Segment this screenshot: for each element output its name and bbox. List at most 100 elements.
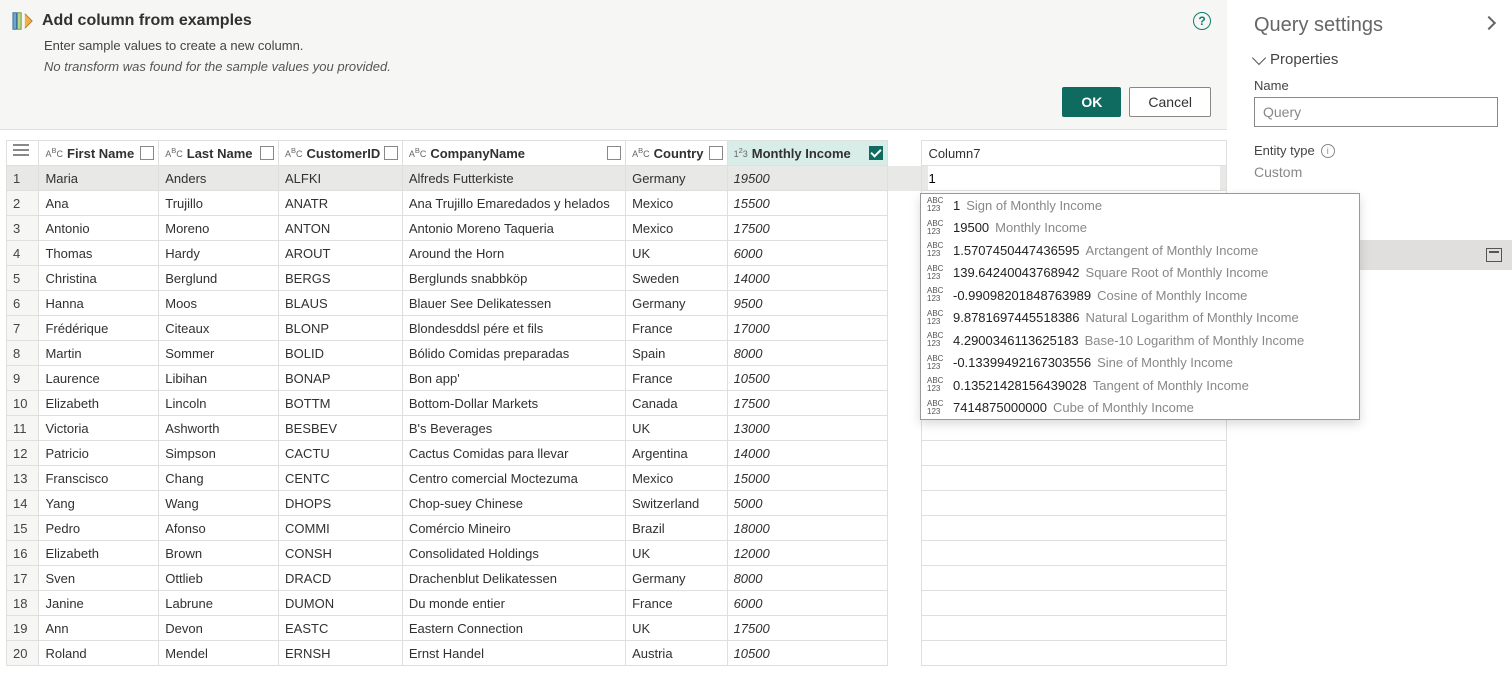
suggestion-dropdown[interactable]: ABC1231 Sign of Monthly IncomeABC1231950…: [920, 193, 1360, 420]
suggestion-description: Monthly Income: [995, 220, 1087, 235]
table-row[interactable]: 17SvenOttliebDRACDDrachenblut Delikatess…: [7, 566, 1227, 591]
select-all-corner[interactable]: [7, 141, 39, 166]
example-cell[interactable]: [922, 616, 1227, 641]
cell: 8000: [727, 566, 887, 591]
row-number[interactable]: 13: [7, 466, 39, 491]
chevron-down-icon: [1252, 50, 1266, 64]
example-column-header[interactable]: Column7: [922, 141, 1227, 166]
ok-button[interactable]: OK: [1062, 87, 1121, 117]
column-label: Last Name: [187, 146, 253, 161]
row-number[interactable]: 2: [7, 191, 39, 216]
cell: 14000: [727, 441, 887, 466]
table-row[interactable]: 16ElizabethBrownCONSHConsolidated Holdin…: [7, 541, 1227, 566]
suggestion-item[interactable]: ABC1239.8781697445518386 Natural Logarit…: [921, 307, 1359, 330]
row-number[interactable]: 16: [7, 541, 39, 566]
suggestion-item[interactable]: ABC123-0.99098201848763989 Cosine of Mon…: [921, 284, 1359, 307]
example-cell[interactable]: [922, 516, 1227, 541]
row-number[interactable]: 3: [7, 216, 39, 241]
cell: 8000: [727, 341, 887, 366]
column-include-checkbox[interactable]: [140, 146, 154, 160]
suggestion-item[interactable]: ABC1234.2900346113625183 Base-10 Logarit…: [921, 329, 1359, 352]
cell: 10500: [727, 366, 887, 391]
row-number[interactable]: 1: [7, 166, 39, 191]
row-number[interactable]: 9: [7, 366, 39, 391]
suggestion-item[interactable]: ABC1237414875000000 Cube of Monthly Inco…: [921, 397, 1359, 420]
suggestion-item[interactable]: ABC1231 Sign of Monthly Income: [921, 194, 1359, 217]
table-row[interactable]: 1MariaAndersALFKIAlfreds FutterkisteGerm…: [7, 166, 1227, 191]
example-cell[interactable]: [922, 641, 1227, 666]
column-header-country[interactable]: ABCCountry: [626, 141, 727, 166]
column-header-customerid[interactable]: ABCCustomerID: [279, 141, 403, 166]
table-row[interactable]: 20RolandMendelERNSHErnst HandelAustria10…: [7, 641, 1227, 666]
query-name-input[interactable]: [1254, 97, 1498, 127]
row-number[interactable]: 4: [7, 241, 39, 266]
column-include-checkbox[interactable]: [709, 146, 723, 160]
cell: Sweden: [626, 266, 727, 291]
cell: Centro comercial Moctezuma: [402, 466, 625, 491]
properties-section-toggle[interactable]: Properties: [1254, 51, 1498, 68]
row-number[interactable]: 10: [7, 391, 39, 416]
row-number[interactable]: 17: [7, 566, 39, 591]
cell: Wang: [159, 491, 279, 516]
table-row[interactable]: 14YangWangDHOPSChop-suey ChineseSwitzerl…: [7, 491, 1227, 516]
example-cell[interactable]: [922, 166, 1227, 191]
row-number[interactable]: 12: [7, 441, 39, 466]
banner-title: Add column from examples: [42, 12, 252, 30]
row-number[interactable]: 15: [7, 516, 39, 541]
column-header-first-name[interactable]: ABCFirst Name: [39, 141, 159, 166]
suggestion-description: Sign of Monthly Income: [966, 198, 1102, 213]
column-label: CustomerID: [307, 146, 381, 161]
column-include-checkbox[interactable]: [384, 146, 398, 160]
row-number[interactable]: 5: [7, 266, 39, 291]
row-number[interactable]: 14: [7, 491, 39, 516]
row-number[interactable]: 8: [7, 341, 39, 366]
suggestion-item[interactable]: ABC1231.5707450447436595 Arctangent of M…: [921, 239, 1359, 262]
table-row[interactable]: 15PedroAfonsoCOMMIComércio MineiroBrazil…: [7, 516, 1227, 541]
cell: 6000: [727, 241, 887, 266]
row-number[interactable]: 6: [7, 291, 39, 316]
cell: 15000: [727, 466, 887, 491]
cell: Thomas: [39, 241, 159, 266]
suggestion-item[interactable]: ABC123-0.13399492167303556 Sine of Month…: [921, 352, 1359, 375]
example-cell[interactable]: [922, 591, 1227, 616]
column-include-checkbox[interactable]: [869, 146, 883, 160]
cancel-button[interactable]: Cancel: [1129, 87, 1211, 117]
row-number[interactable]: 20: [7, 641, 39, 666]
suggestion-description: Sine of Monthly Income: [1097, 355, 1233, 370]
table-row[interactable]: 13FransciscoChangCENTCCentro comercial M…: [7, 466, 1227, 491]
column-include-checkbox[interactable]: [260, 146, 274, 160]
suggestion-item[interactable]: ABC123139.64240043768942 Square Root of …: [921, 262, 1359, 285]
example-value-input[interactable]: [928, 166, 1220, 190]
suggestion-item[interactable]: ABC1230.13521428156439028 Tangent of Mon…: [921, 374, 1359, 397]
column-label: CompanyName: [430, 146, 525, 161]
row-number[interactable]: 11: [7, 416, 39, 441]
step-settings-icon[interactable]: [1486, 248, 1502, 262]
example-cell[interactable]: [922, 466, 1227, 491]
cell: Roland: [39, 641, 159, 666]
text-type-icon: ABC: [165, 147, 183, 159]
cell: UK: [626, 416, 727, 441]
table-row[interactable]: 12PatricioSimpsonCACTUCactus Comidas par…: [7, 441, 1227, 466]
suggestion-item[interactable]: ABC12319500 Monthly Income: [921, 217, 1359, 240]
row-number[interactable]: 18: [7, 591, 39, 616]
cell: Martin: [39, 341, 159, 366]
abc123-type-icon: ABC123: [927, 355, 947, 371]
column-header-monthly-income[interactable]: 123Monthly Income: [727, 141, 887, 166]
row-number[interactable]: 19: [7, 616, 39, 641]
column-include-checkbox[interactable]: [607, 146, 621, 160]
help-icon[interactable]: ?: [1193, 12, 1211, 30]
column-header-companyname[interactable]: ABCCompanyName: [402, 141, 625, 166]
column-header-last-name[interactable]: ABC Last Name: [159, 141, 279, 166]
example-cell[interactable]: [922, 566, 1227, 591]
info-icon[interactable]: i: [1321, 144, 1335, 158]
cell: Germany: [626, 166, 727, 191]
table-row[interactable]: 18JanineLabruneDUMONDu monde entierFranc…: [7, 591, 1227, 616]
properties-label: Properties: [1270, 51, 1338, 68]
row-number[interactable]: 7: [7, 316, 39, 341]
expand-icon[interactable]: [1484, 18, 1498, 32]
example-cell[interactable]: [922, 441, 1227, 466]
example-cell[interactable]: [922, 541, 1227, 566]
cell: Spain: [626, 341, 727, 366]
example-cell[interactable]: [922, 491, 1227, 516]
table-row[interactable]: 19AnnDevonEASTCEastern ConnectionUK17500: [7, 616, 1227, 641]
